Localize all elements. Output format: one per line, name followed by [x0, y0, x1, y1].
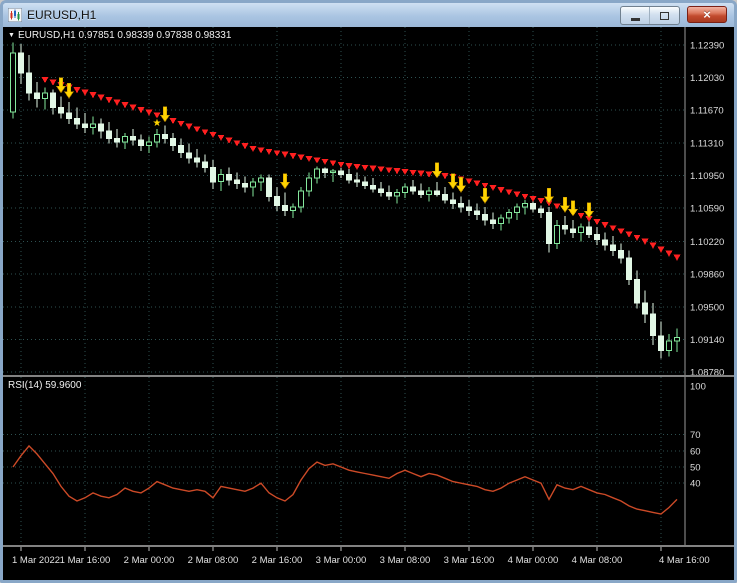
- svg-text:1.09860: 1.09860: [690, 270, 724, 281]
- svg-text:1.09500: 1.09500: [690, 302, 724, 313]
- rsi-canvas[interactable]: 100 70 60 50 40: [3, 377, 734, 545]
- chart-app-icon: [8, 8, 22, 22]
- svg-text:1.12390: 1.12390: [690, 41, 724, 52]
- window-titlebar[interactable]: EURUSD,H1 ×: [3, 3, 734, 27]
- minimize-button[interactable]: [621, 7, 650, 24]
- svg-text:1.09140: 1.09140: [690, 335, 724, 346]
- mt4-chart-window: EURUSD,H1 × 1.12390 1.12030 1.11670 1.11310…: [0, 0, 737, 583]
- svg-text:2 Mar 08:00: 2 Mar 08:00: [188, 555, 239, 566]
- svg-text:40: 40: [690, 479, 701, 490]
- svg-text:1.10220: 1.10220: [690, 237, 724, 248]
- svg-text:1.12030: 1.12030: [690, 73, 724, 84]
- close-icon: ×: [703, 7, 711, 22]
- maximize-button[interactable]: [650, 7, 679, 24]
- time-axis[interactable]: 1 Mar 2022 1 Mar 16:00 2 Mar 00:00 2 Mar 08…: [3, 547, 734, 580]
- svg-text:3 Mar 08:00: 3 Mar 08:00: [380, 555, 431, 566]
- maximize-icon: [660, 11, 669, 20]
- close-button[interactable]: ×: [687, 6, 727, 23]
- svg-text:1.10950: 1.10950: [690, 171, 724, 182]
- main-chart-canvas[interactable]: 1.12390 1.12030 1.11670 1.11310 1.10950 1.105…: [3, 27, 734, 375]
- svg-text:3 Mar 16:00: 3 Mar 16:00: [444, 555, 495, 566]
- svg-text:2 Mar 16:00: 2 Mar 16:00: [252, 555, 303, 566]
- svg-text:1.08780: 1.08780: [690, 368, 724, 376]
- minimize-icon: [630, 18, 640, 21]
- rsi-pane[interactable]: 100 70 60 50 40 RSI(14) 59.9600: [3, 377, 734, 545]
- time-axis-canvas[interactable]: 1 Mar 2022 1 Mar 16:00 2 Mar 00:00 2 Mar 08…: [3, 547, 734, 580]
- svg-text:4 Mar 16:00: 4 Mar 16:00: [659, 555, 710, 566]
- window-controls: ×: [620, 6, 727, 25]
- window-button-group: [620, 6, 680, 25]
- svg-text:60: 60: [690, 446, 701, 457]
- chart-client-area: 1.12390 1.12030 1.11670 1.11310 1.10950 1.105…: [3, 27, 734, 580]
- svg-text:3 Mar 00:00: 3 Mar 00:00: [316, 555, 367, 566]
- main-chart-pane[interactable]: 1.12390 1.12030 1.11670 1.11310 1.10950 1.105…: [3, 27, 734, 375]
- svg-text:1.11670: 1.11670: [690, 106, 724, 117]
- window-title: EURUSD,H1: [27, 8, 97, 22]
- svg-text:1 Mar 2022: 1 Mar 2022: [12, 555, 60, 566]
- svg-text:4 Mar 08:00: 4 Mar 08:00: [572, 555, 623, 566]
- svg-text:★: ★: [153, 118, 162, 129]
- svg-text:2 Mar 00:00: 2 Mar 00:00: [124, 555, 175, 566]
- svg-text:70: 70: [690, 430, 701, 441]
- svg-text:1.11310: 1.11310: [690, 138, 724, 149]
- svg-text:50: 50: [690, 463, 701, 474]
- chart-app-icon-image: [8, 8, 22, 22]
- svg-text:4 Mar 00:00: 4 Mar 00:00: [508, 555, 559, 566]
- svg-text:1.10590: 1.10590: [690, 204, 724, 215]
- svg-text:100: 100: [690, 382, 706, 393]
- svg-text:1 Mar 16:00: 1 Mar 16:00: [60, 555, 111, 566]
